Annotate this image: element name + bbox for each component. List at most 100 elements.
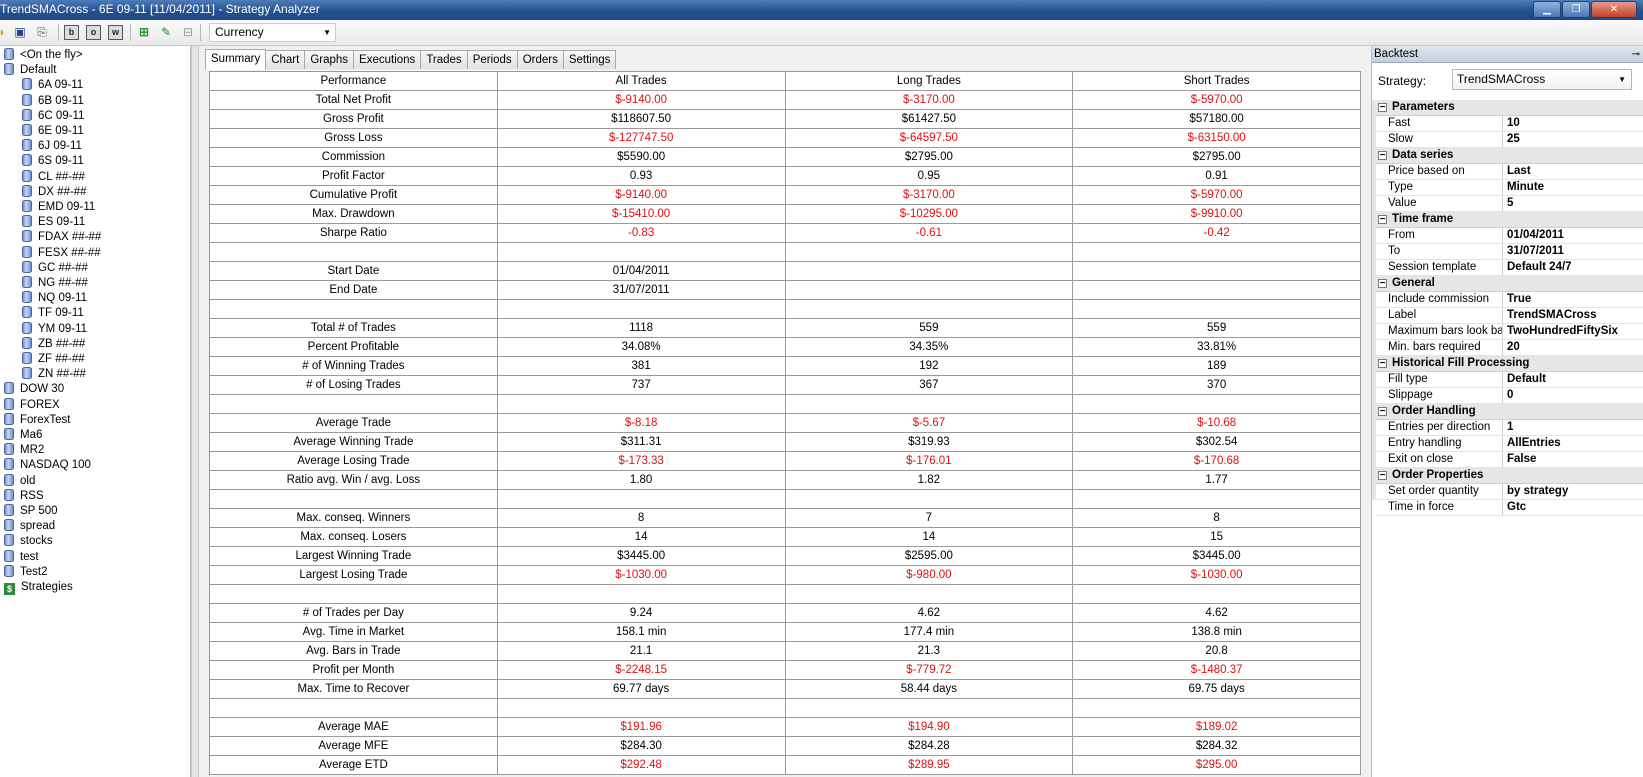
category-time-frame[interactable]: − Time frame [1376, 212, 1643, 228]
tree-item-fdax[interactable]: FDAX ##-## [22, 229, 101, 245]
tree-item-dx[interactable]: DX ##-## [22, 184, 87, 200]
property-value[interactable]: AllEntries [1503, 436, 1643, 451]
tree-item-es-09-11[interactable]: ES 09-11 [22, 214, 85, 230]
property-value[interactable]: 0 [1503, 388, 1643, 403]
tree-item-ma6[interactable]: Ma6 [4, 427, 42, 443]
column-header-performance[interactable]: Performance [209, 71, 498, 91]
category-data-series[interactable]: − Data series [1376, 148, 1643, 164]
tree-item-dow-30[interactable]: DOW 30 [4, 381, 64, 397]
tree-item-6e-09-11[interactable]: 6E 09-11 [22, 123, 84, 139]
column-header-short-trades[interactable]: Short Trades [1072, 71, 1361, 91]
tab-graphs[interactable]: Graphs [304, 50, 355, 69]
tree-item-test2[interactable]: Test2 [4, 564, 48, 580]
collapse-icon[interactable]: − [1378, 279, 1387, 289]
collapse-icon[interactable]: − [1378, 215, 1387, 225]
tree-item-ng[interactable]: NG ##-## [22, 275, 88, 291]
collapse-icon[interactable]: − [1378, 151, 1387, 161]
ohlc-style-icon[interactable]: o [86, 25, 101, 40]
property-session-template[interactable]: Session template Default 24/7 [1376, 260, 1643, 276]
property-value[interactable]: 10 [1503, 116, 1643, 131]
property-fill-type[interactable]: Fill type Default [1376, 372, 1643, 388]
tree-item-gc[interactable]: GC ##-## [22, 260, 88, 276]
property-value[interactable]: 5 [1503, 196, 1643, 211]
property-slow[interactable]: Slow 25 [1376, 132, 1643, 148]
tree-item-strategies[interactable]: $ Strategies [4, 579, 73, 595]
tab-chart[interactable]: Chart [265, 50, 306, 69]
tree-item-nasdaq-100[interactable]: NASDAQ 100 [4, 457, 91, 473]
property-exit-on-close[interactable]: Exit on close False [1376, 452, 1643, 468]
property-type[interactable]: Type Minute [1376, 180, 1643, 196]
property-value[interactable]: Last [1503, 164, 1643, 179]
tree-item-spread[interactable]: spread [4, 518, 55, 534]
property-value[interactable]: False [1503, 452, 1643, 467]
tree-item-6b-09-11[interactable]: 6B 09-11 [22, 93, 84, 109]
category-order-properties[interactable]: − Order Properties [1376, 468, 1643, 484]
property-value[interactable]: TrendSMACross [1503, 308, 1643, 323]
instrument-type-combo[interactable]: Currency ▼ [209, 23, 336, 42]
tab-summary[interactable]: Summary [205, 49, 267, 70]
tree-item-test[interactable]: test [4, 549, 39, 565]
tree-item-tf-09-11[interactable]: TF 09-11 [22, 305, 84, 321]
collapse-icon[interactable]: − [1378, 359, 1387, 369]
property-label[interactable]: Label TrendSMACross [1376, 308, 1643, 324]
window-style-icon[interactable]: w [108, 25, 123, 40]
tree-item-zb[interactable]: ZB ##-## [22, 336, 85, 352]
property-value[interactable]: by strategy [1503, 484, 1643, 499]
properties-icon[interactable]: ⎘ [34, 24, 50, 40]
close-button[interactable]: ✕ [1591, 1, 1637, 18]
tree-item-ym-09-11[interactable]: YM 09-11 [22, 321, 87, 337]
property-entry-handling[interactable]: Entry handling AllEntries [1376, 436, 1643, 452]
property-time-in-force[interactable]: Time in force Gtc [1376, 500, 1643, 516]
property-set-order-quantity[interactable]: Set order quantity by strategy [1376, 484, 1643, 500]
property-entries-per-direction[interactable]: Entries per direction 1 [1376, 420, 1643, 436]
property-value[interactable]: 20 [1503, 340, 1643, 355]
property-value[interactable]: Default [1503, 372, 1643, 387]
tab-orders[interactable]: Orders [516, 50, 564, 69]
tree-item-sp-500[interactable]: SP 500 [4, 503, 58, 519]
collapse-icon[interactable]: − [1378, 103, 1387, 113]
strategy-select[interactable]: TrendSMACross ▼ [1452, 69, 1632, 90]
edit-icon[interactable]: ✎ [158, 24, 174, 40]
remove-icon[interactable]: ⊟ [180, 24, 196, 40]
pane-splitter[interactable] [191, 46, 199, 777]
property-price-based-on[interactable]: Price based on Last [1376, 164, 1643, 180]
tree-item-zn[interactable]: ZN ##-## [22, 366, 86, 382]
tree-item-nq-09-11[interactable]: NQ 09-11 [22, 290, 87, 306]
tree-item-mr2[interactable]: MR2 [4, 442, 44, 458]
save-icon[interactable]: ▣ [12, 24, 28, 40]
pin-icon[interactable]: ⊸ [1632, 47, 1640, 63]
property-value[interactable]: 01/04/2011 [1503, 228, 1643, 243]
tree-item-cl[interactable]: CL ##-## [22, 169, 85, 185]
tree-item-6s-09-11[interactable]: 6S 09-11 [22, 153, 84, 169]
property-from[interactable]: From 01/04/2011 [1376, 228, 1643, 244]
property-slippage[interactable]: Slippage 0 [1376, 388, 1643, 404]
tab-trades[interactable]: Trades [420, 50, 468, 69]
property-maximum-bars-look-back[interactable]: Maximum bars look back TwoHundredFiftySix [1376, 324, 1643, 340]
property-include-commission[interactable]: Include commission True [1376, 292, 1643, 308]
minimize-button[interactable]: ▁ [1533, 1, 1561, 18]
tab-periods[interactable]: Periods [466, 50, 518, 69]
property-value[interactable]: Minute [1503, 180, 1643, 195]
add-icon[interactable]: ⊞ [136, 24, 152, 40]
tab-executions[interactable]: Executions [353, 50, 422, 69]
tree-item-forex[interactable]: FOREX [4, 397, 60, 413]
category-parameters[interactable]: − Parameters [1376, 100, 1643, 116]
tab-settings[interactable]: Settings [562, 50, 617, 69]
tree-item-zf[interactable]: ZF ##-## [22, 351, 85, 367]
open-folder-icon[interactable]: ◗ [0, 24, 10, 40]
property-value[interactable]: Value 5 [1376, 196, 1643, 212]
tree-item-emd-09-11[interactable]: EMD 09-11 [22, 199, 95, 215]
tree-item-rss[interactable]: RSS [4, 488, 44, 504]
tree-item-6c-09-11[interactable]: 6C 09-11 [22, 108, 84, 124]
property-value[interactable]: Gtc [1503, 500, 1643, 515]
property-value[interactable]: Default 24/7 [1503, 260, 1643, 275]
tree-item-old[interactable]: old [4, 473, 35, 489]
maximize-button[interactable]: ❐ [1562, 1, 1590, 18]
tree-item-forextest[interactable]: ForexTest [4, 412, 71, 428]
tree-item-on-the-fly[interactable]: <On the fly> [4, 47, 83, 63]
tree-item-stocks[interactable]: stocks [4, 533, 53, 549]
tree-item-6j-09-11[interactable]: 6J 09-11 [22, 138, 82, 154]
property-to[interactable]: To 31/07/2011 [1376, 244, 1643, 260]
category-order-handling[interactable]: − Order Handling [1376, 404, 1643, 420]
column-header-all-trades[interactable]: All Trades [496, 71, 786, 91]
